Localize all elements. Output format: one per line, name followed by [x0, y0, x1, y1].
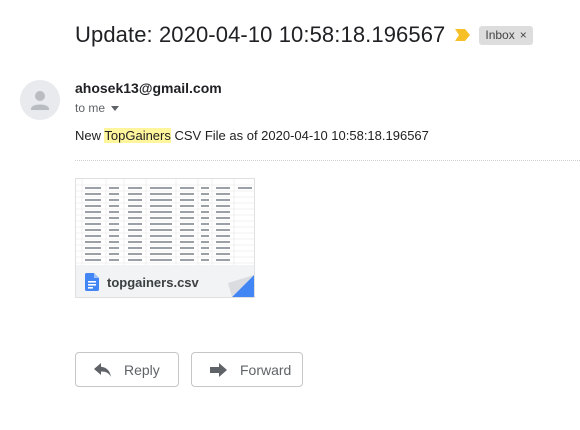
- reply-button[interactable]: Reply: [75, 352, 179, 387]
- email-body: New TopGainers CSV File as of 2020-04-10…: [75, 128, 429, 143]
- reply-label: Reply: [124, 361, 160, 378]
- recipient-label: to me: [75, 101, 106, 115]
- email-subject: Update: 2020-04-10 10:58:18.196567: [75, 22, 446, 47]
- forward-button[interactable]: Forward: [191, 352, 303, 387]
- person-icon: [20, 80, 60, 120]
- body-prefix: New: [75, 128, 105, 143]
- inbox-label-text: Inbox: [485, 28, 515, 42]
- sender-email: ahosek13@gmail.com: [75, 80, 222, 96]
- attachment-filename: topgainers.csv: [107, 274, 199, 290]
- avatar: [20, 80, 60, 120]
- importance-marker-icon[interactable]: [455, 28, 471, 42]
- reply-arrow-icon: [94, 362, 112, 377]
- attachment-card[interactable]: topgainers.csv: [75, 178, 255, 298]
- recipient-details[interactable]: to me: [75, 101, 120, 115]
- forward-arrow-icon: [210, 362, 228, 377]
- remove-label-icon[interactable]: ×: [520, 28, 527, 42]
- inbox-label-chip: Inbox ×: [479, 25, 533, 45]
- google-sheets-icon: [85, 273, 99, 291]
- subject-row: Update: 2020-04-10 10:58:18.196567 Inbox…: [75, 22, 533, 48]
- chevron-down-icon[interactable]: [111, 105, 120, 111]
- forward-label: Forward: [240, 361, 292, 378]
- body-suffix: CSV File as of 2020-04-10 10:58:18.19656…: [170, 128, 429, 143]
- divider: [75, 160, 580, 161]
- page-curl-icon: [228, 275, 254, 297]
- body-highlight: TopGainers: [104, 128, 171, 143]
- attachment-preview: [76, 179, 254, 265]
